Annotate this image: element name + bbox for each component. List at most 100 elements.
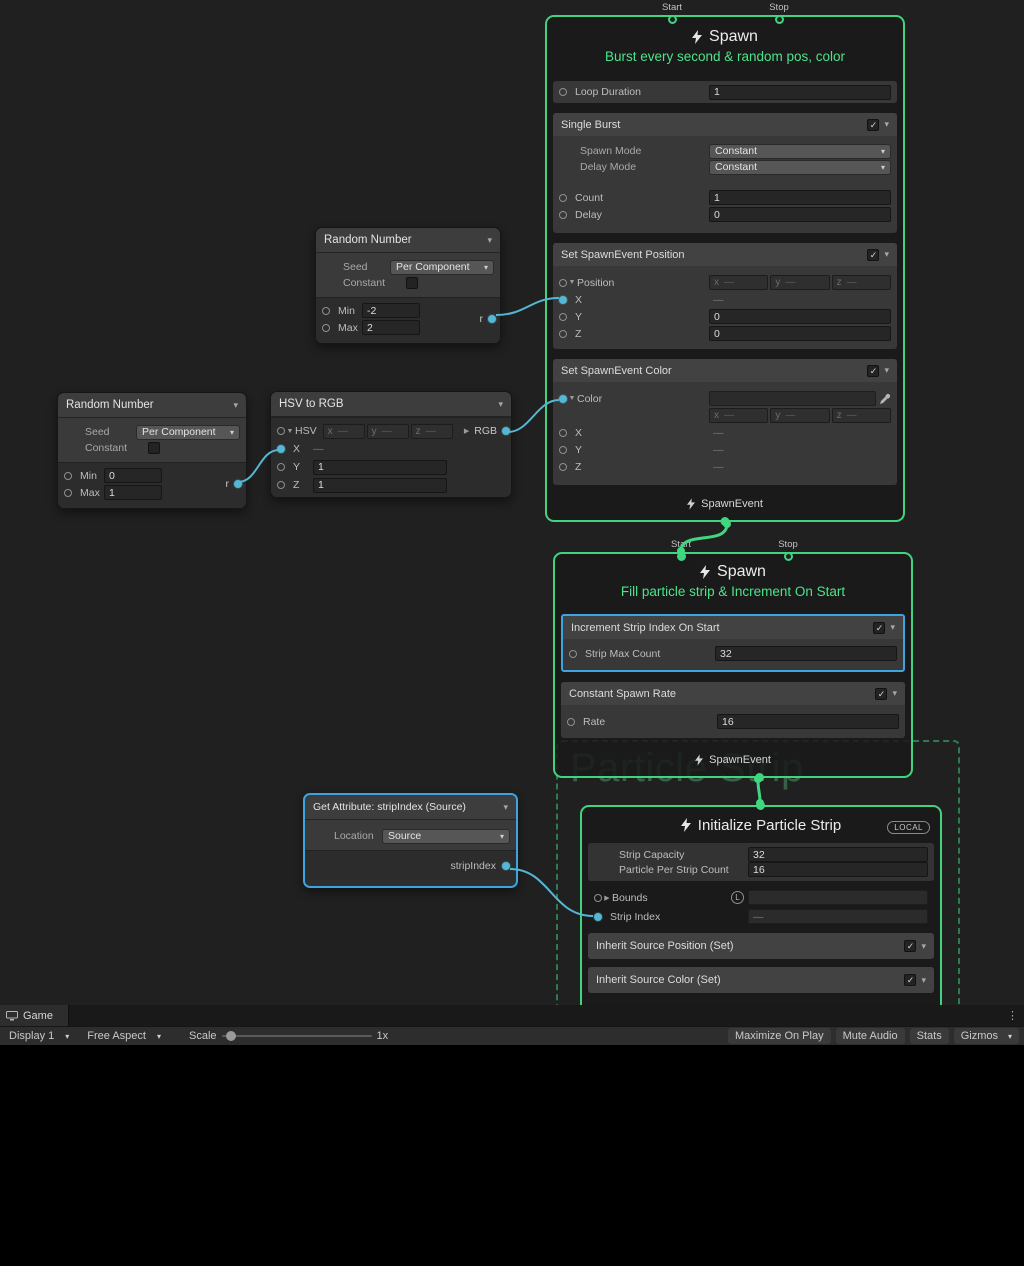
hsv-z-field[interactable]: 1 — [313, 478, 447, 493]
start-flow-port[interactable] — [668, 15, 677, 24]
random-output[interactable]: r — [480, 313, 497, 325]
chevron-down-icon[interactable]: ▾ — [884, 249, 889, 260]
block-enabled-checkbox[interactable]: ✓ — [867, 119, 879, 131]
scale-slider-knob[interactable] — [226, 1031, 236, 1041]
local-space-icon[interactable]: L — [731, 891, 744, 904]
max-field[interactable]: 1 — [104, 485, 162, 500]
block-enabled-checkbox[interactable]: ✓ — [875, 688, 887, 700]
color-x-port[interactable] — [559, 429, 567, 437]
chevron-down-icon[interactable]: ▾ — [233, 400, 238, 411]
stop-flow-port[interactable] — [775, 15, 784, 24]
block-header[interactable]: Inherit Source Color (Set) ✓ ▾ — [588, 967, 934, 993]
collapsed-icon[interactable]: ▶ — [464, 427, 469, 435]
game-tab[interactable]: Game — [0, 1005, 69, 1026]
hsv-x-port[interactable] — [277, 445, 285, 453]
delay-mode-dropdown[interactable]: Constant▾ — [709, 160, 891, 175]
spawn-context-strip[interactable]: Start Stop Spawn Fill particle strip & I… — [553, 552, 913, 778]
count-port[interactable] — [559, 194, 567, 202]
rate-port[interactable] — [567, 718, 575, 726]
count-field[interactable]: 1 — [709, 190, 891, 205]
vfx-graph-canvas[interactable]: Particle Strip Start Stop Spawn Burst ev… — [0, 0, 1024, 1005]
color-y-port[interactable] — [559, 446, 567, 454]
delay-field[interactable]: 0 — [709, 207, 891, 222]
tab-options-icon[interactable]: ⋮ — [1001, 1005, 1024, 1026]
start-flow-anchor[interactable]: Start — [652, 2, 692, 24]
stripindex-output[interactable]: stripIndex — [305, 855, 516, 877]
output-port[interactable] — [488, 315, 496, 323]
constant-spawn-rate-block[interactable]: Constant Spawn Rate ✓ ▾ Rate 16 — [561, 682, 905, 738]
block-enabled-checkbox[interactable]: ✓ — [867, 365, 879, 377]
seed-dropdown[interactable]: Per Component▾ — [136, 425, 240, 440]
spawnevent-port[interactable] — [721, 517, 730, 526]
spawnevent-port[interactable] — [755, 773, 764, 782]
max-port[interactable] — [64, 489, 72, 497]
eyedropper-icon[interactable] — [879, 393, 891, 405]
min-port[interactable] — [64, 472, 72, 480]
random-output[interactable]: r — [226, 478, 243, 490]
spawn-context-burst[interactable]: Start Stop Spawn Burst every second & ra… — [545, 15, 905, 522]
chevron-down-icon[interactable]: ▾ — [503, 802, 508, 813]
stats-button[interactable]: Stats — [910, 1028, 949, 1044]
node-header[interactable]: Get Attribute: stripIndex (Source) ▾ — [305, 795, 516, 820]
color-z-port[interactable] — [559, 463, 567, 471]
min-port[interactable] — [322, 307, 330, 315]
position-port[interactable] — [559, 279, 567, 287]
max-field[interactable]: 2 — [362, 320, 420, 335]
block-header[interactable]: Increment Strip Index On Start ✓ ▾ — [563, 616, 903, 639]
strip-capacity-field[interactable]: 32 — [748, 847, 928, 862]
expand-icon[interactable]: ▼ — [567, 395, 577, 402]
max-port[interactable] — [322, 324, 330, 332]
block-enabled-checkbox[interactable]: ✓ — [873, 622, 885, 634]
single-burst-block[interactable]: Single Burst ✓ ▾ Spawn Mode Constant▾ De… — [553, 113, 897, 233]
inherit-source-color-block[interactable]: Inherit Source Color (Set) ✓ ▾ — [588, 967, 934, 993]
chevron-down-icon[interactable]: ▾ — [498, 399, 503, 410]
bounds-field[interactable] — [748, 890, 928, 905]
bounds-port[interactable] — [594, 894, 602, 902]
local-space-badge[interactable]: LOCAL — [887, 821, 930, 834]
stop-flow-anchor[interactable]: Stop — [768, 539, 808, 561]
mute-audio-button[interactable]: Mute Audio — [836, 1028, 905, 1044]
random-number-node-1[interactable]: Random Number ▾ Seed Per Component▾ Cons… — [315, 227, 501, 344]
scale-slider[interactable] — [222, 1035, 372, 1037]
position-y-field[interactable]: 0 — [709, 309, 891, 324]
random-number-node-2[interactable]: Random Number ▾ Seed Per Component▾ Cons… — [57, 392, 247, 509]
particle-per-strip-count-field[interactable]: 16 — [748, 862, 928, 877]
block-enabled-checkbox[interactable]: ✓ — [904, 940, 916, 952]
chevron-down-icon[interactable]: ▾ — [921, 941, 926, 952]
display-dropdown[interactable]: Display 1▾ — [0, 1027, 78, 1045]
block-header[interactable]: Inherit Source Position (Set) ✓ ▾ — [588, 933, 934, 959]
chevron-down-icon[interactable]: ▾ — [884, 119, 889, 130]
stop-flow-port[interactable] — [784, 552, 793, 561]
block-header[interactable]: Constant Spawn Rate ✓ ▾ — [561, 682, 905, 705]
chevron-down-icon[interactable]: ▾ — [487, 235, 492, 246]
color-port[interactable] — [559, 395, 567, 403]
hsv-port[interactable] — [277, 427, 285, 435]
strip-index-port[interactable] — [594, 913, 602, 921]
constant-checkbox[interactable] — [406, 277, 418, 289]
aspect-ratio-dropdown[interactable]: Free Aspect▾ — [78, 1027, 170, 1045]
stop-flow-anchor[interactable]: Stop — [759, 2, 799, 24]
chevron-down-icon[interactable]: ▾ — [892, 688, 897, 699]
delay-port[interactable] — [559, 211, 567, 219]
output-port[interactable] — [502, 862, 510, 870]
inherit-source-position-block[interactable]: Inherit Source Position (Set) ✓ ▾ — [588, 933, 934, 959]
output-port[interactable] — [234, 480, 242, 488]
spawn-mode-dropdown[interactable]: Constant▾ — [709, 144, 891, 159]
block-header[interactable]: Set SpawnEvent Position ✓ ▾ — [553, 243, 897, 266]
expand-icon[interactable]: ▼ — [567, 279, 577, 286]
location-dropdown[interactable]: Source▾ — [382, 829, 510, 844]
block-enabled-checkbox[interactable]: ✓ — [867, 249, 879, 261]
increment-strip-index-block[interactable]: Increment Strip Index On Start ✓ ▾ Strip… — [561, 614, 905, 672]
expand-icon[interactable]: ▼ — [285, 428, 295, 435]
node-header[interactable]: HSV to RGB ▾ — [271, 392, 511, 417]
strip-max-count-field[interactable]: 32 — [715, 646, 897, 661]
initialize-particle-strip-context[interactable]: Initialize Particle Strip LOCAL Strip Ca… — [580, 805, 942, 1005]
min-field[interactable]: 0 — [104, 468, 162, 483]
color-swatch-field[interactable] — [709, 391, 876, 406]
loop-duration-port[interactable] — [559, 88, 567, 96]
rate-field[interactable]: 16 — [717, 714, 899, 729]
chevron-down-icon[interactable]: ▾ — [921, 975, 926, 986]
min-field[interactable]: -2 — [362, 303, 420, 318]
set-spawnevent-color-block[interactable]: Set SpawnEvent Color ✓ ▾ ▼ Color — [553, 359, 897, 485]
hsv-y-field[interactable]: 1 — [313, 460, 447, 475]
